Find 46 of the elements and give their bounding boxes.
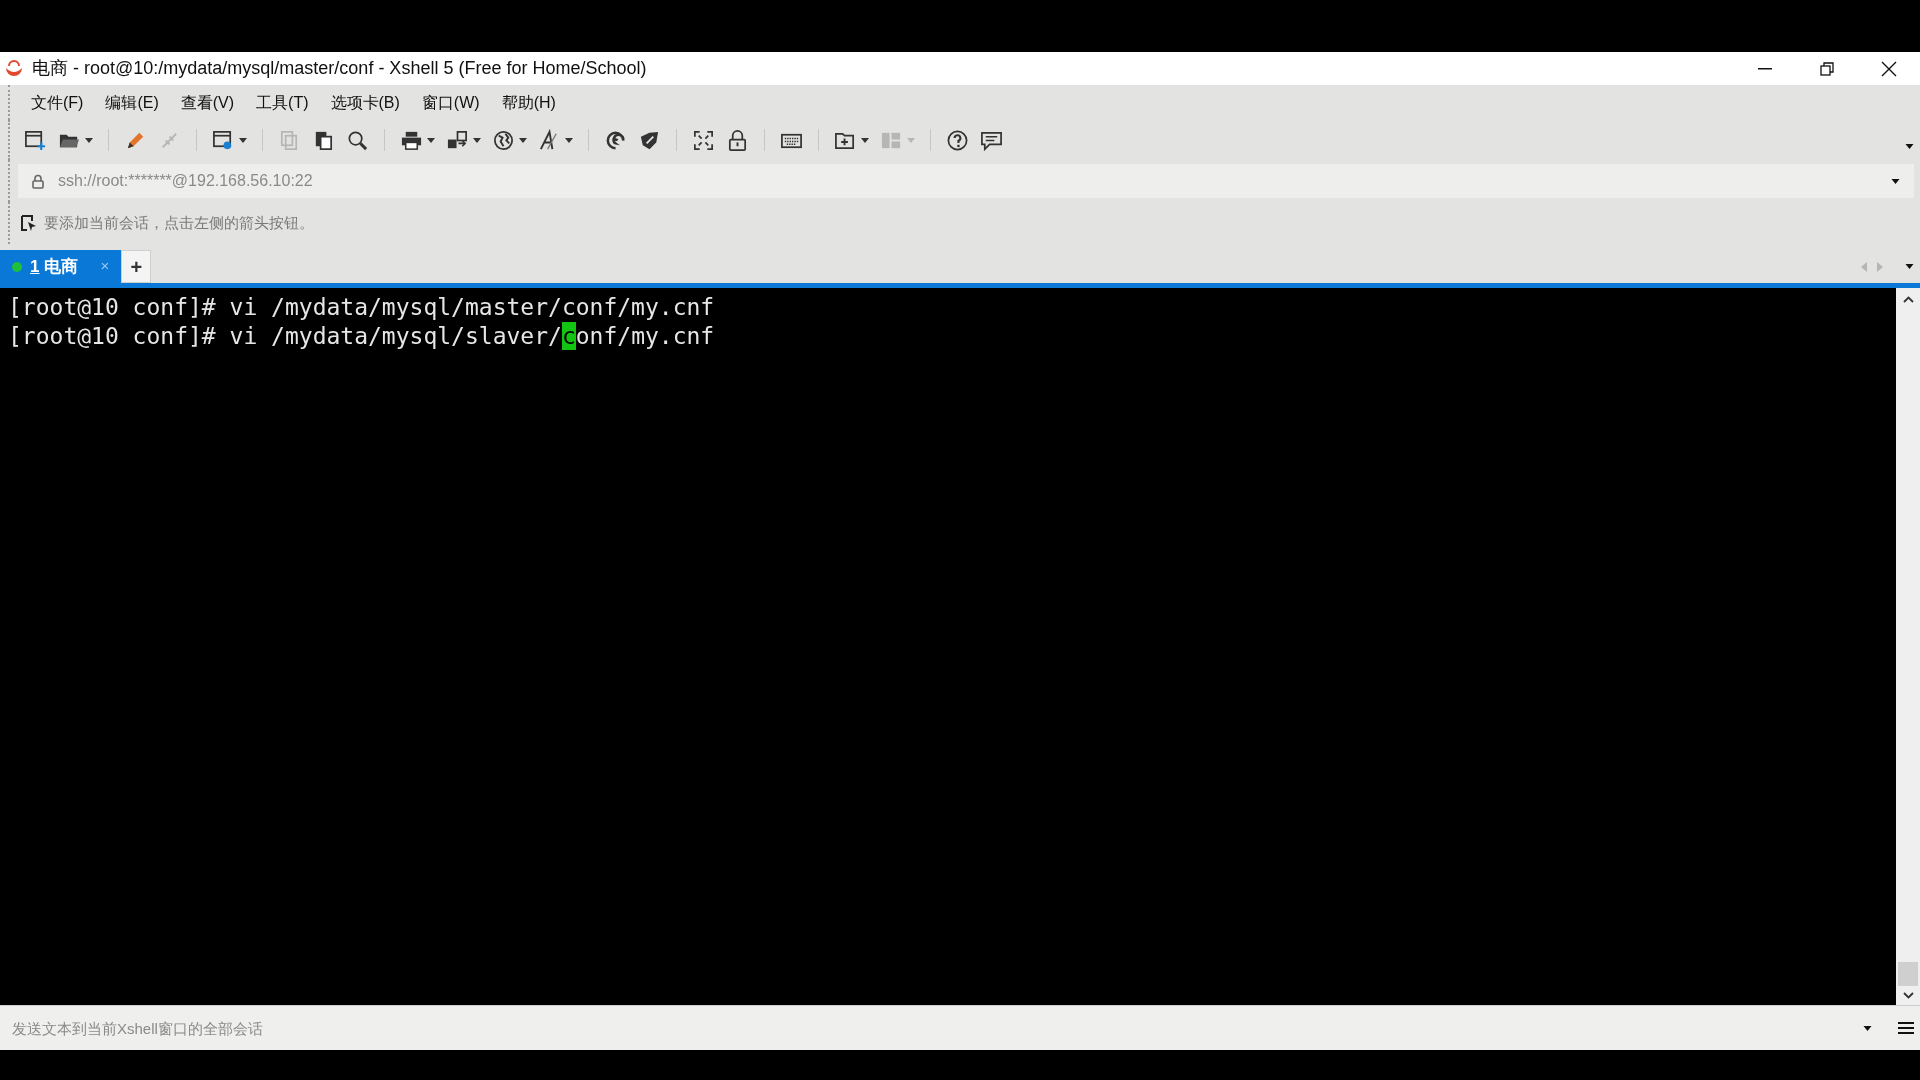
tab-label: 电商 <box>44 255 79 278</box>
add-session-arrow-icon[interactable] <box>20 214 38 232</box>
scroll-up-icon[interactable] <box>1902 296 1914 303</box>
menu-item[interactable]: 选项卡(B) <box>319 90 411 115</box>
caret-icon <box>85 137 93 143</box>
session-tab[interactable]: 1 电商 × <box>0 250 122 283</box>
help-icon <box>946 128 969 152</box>
lock-icon <box>726 128 749 152</box>
dropdown-icon[interactable] <box>1891 178 1900 184</box>
menu-item[interactable]: 文件(F) <box>20 90 95 115</box>
toolbar-overflow-icon[interactable] <box>1905 143 1914 149</box>
menu-item[interactable]: 编辑(E) <box>94 90 170 115</box>
caret-icon <box>239 137 247 143</box>
caret-icon <box>473 137 481 143</box>
scroll-down-icon[interactable] <box>1902 992 1914 999</box>
session-hint: 要添加当前会话，点击左侧的箭头按钮。 <box>44 212 314 233</box>
scroll-thumb[interactable] <box>1898 962 1918 986</box>
menu-item[interactable]: 查看(V) <box>169 90 246 115</box>
menu-item[interactable]: 窗口(W) <box>410 90 491 115</box>
caret-icon <box>907 137 915 143</box>
app-logo-icon <box>4 59 24 78</box>
menu-item[interactable]: 工具(T) <box>245 90 320 115</box>
tab-list-icon[interactable] <box>1905 264 1914 269</box>
tab-number: 1 <box>30 255 40 278</box>
close-icon <box>1881 60 1897 77</box>
menu-icon[interactable] <box>1898 1021 1914 1035</box>
dropdown-icon[interactable] <box>1863 1025 1872 1031</box>
text-cursor: c <box>561 321 576 350</box>
search-icon <box>346 128 369 152</box>
new-session-icon <box>24 128 47 152</box>
caret-icon <box>861 137 869 143</box>
caret-icon <box>427 137 435 143</box>
address-text: ssh://root:*******@192.168.56.10:22 <box>58 171 313 191</box>
lock-icon <box>32 173 44 189</box>
scrollbar[interactable] <box>1896 288 1920 1005</box>
minimize-icon <box>1758 67 1772 70</box>
new-tab-button[interactable]: + <box>121 250 152 283</box>
restore-icon <box>1820 61 1834 76</box>
caret-icon <box>565 137 573 143</box>
caret-icon <box>519 137 527 143</box>
terminal-line: [root@10 conf]# vi /mydata/mysql/slaver/ <box>8 321 562 350</box>
window-title: 电商 - root@10:/mydata/mysql/master/conf - Xshell 5 (Free for Home/School) <box>32 57 647 80</box>
terminal-line: onf/my.cnf <box>575 321 715 350</box>
menu-item[interactable]: 帮助(H) <box>490 90 567 115</box>
fullscreen-icon <box>692 128 715 152</box>
terminal-line: [root@10 conf]# vi /mydata/mysql/master/conf/my.cnf <box>8 293 715 322</box>
